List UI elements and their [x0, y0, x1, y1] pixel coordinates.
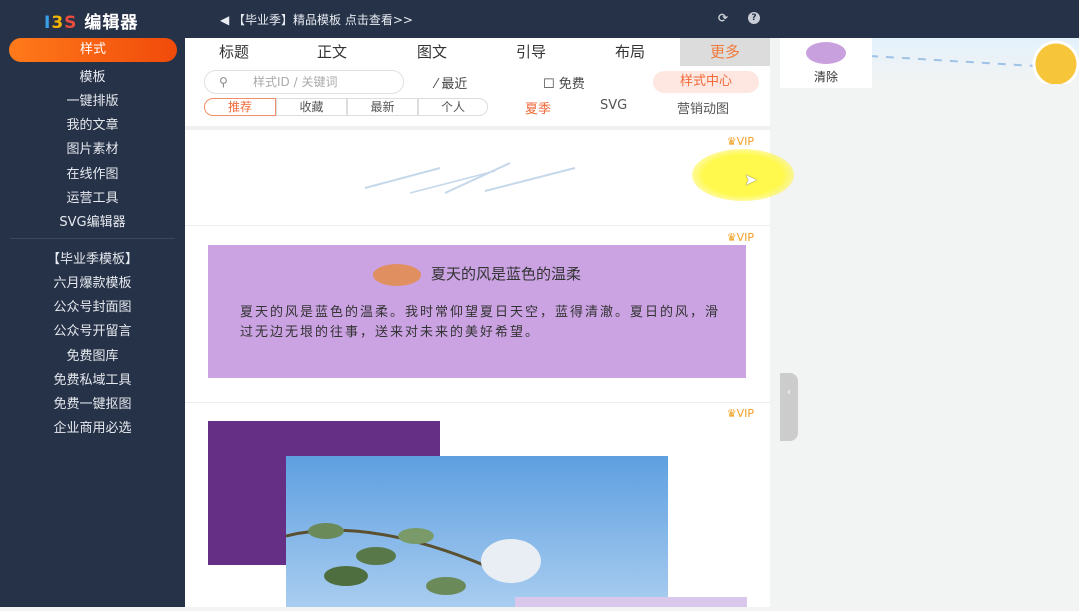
sidebar-link[interactable]: 企业商用必选	[0, 417, 185, 436]
crown-icon: ♛	[726, 135, 737, 148]
sidebar-item-images[interactable]: 图片素材	[0, 138, 185, 157]
refresh-icon[interactable]: ⟳	[717, 12, 729, 24]
sidebar-item-tools[interactable]: 运营工具	[0, 187, 185, 206]
filter-latest[interactable]: 最新	[347, 98, 418, 116]
sidebar-link[interactable]: 免费图库	[0, 345, 185, 364]
free-checkbox[interactable]: ☐ 免费	[543, 73, 585, 92]
style-panel: 标题 正文 图文 引导 布局 更多 ⚲ 样式ID / 关键词 ⁄ 最近 ☐ 免费 …	[185, 38, 770, 607]
summer-text-style[interactable]: 夏天的风是蓝色的温柔 夏天的风是蓝色的温柔。我时常仰望夏日天空，蓝得清澈。夏日的…	[208, 245, 746, 378]
cursor-highlight	[692, 149, 794, 201]
checkbox-icon: ☐	[543, 77, 559, 92]
category-animated[interactable]: 营销动图	[677, 98, 729, 117]
sidebar: 样式 模板 一键排版 我的文章 图片素材 在线作图 运营工具 SVG编辑器 【毕…	[0, 38, 185, 607]
clear-button[interactable]: 清除	[780, 38, 872, 88]
category-summer[interactable]: 夏季	[525, 98, 551, 117]
tab-layout[interactable]: 布局	[581, 38, 679, 66]
sidebar-link[interactable]: 免费一键抠图	[0, 393, 185, 412]
sidebar-link[interactable]: 【毕业季模板】	[0, 248, 185, 267]
collapse-handle[interactable]: ‹	[780, 373, 798, 441]
badge-icon	[372, 263, 421, 286]
vip-badge: ♛VIP	[726, 407, 754, 420]
crown-icon: ♛	[726, 407, 737, 420]
sidebar-link[interactable]: 公众号开留言	[0, 320, 185, 339]
help-icon[interactable]: ?	[748, 12, 760, 24]
notice-link[interactable]: ◀︎ 【毕业季】精品模板 点击查看>>	[220, 11, 413, 28]
cursor-icon: ➤	[744, 170, 758, 189]
flower-photo[interactable]	[285, 456, 747, 607]
sidebar-item-template[interactable]: 模板	[0, 66, 185, 85]
sidebar-item-style[interactable]: 样式	[9, 38, 177, 62]
search-input[interactable]: ⚲ 样式ID / 关键词	[204, 70, 404, 94]
sidebar-item-svg-editor[interactable]: SVG编辑器	[0, 211, 185, 230]
vip-badge: ♛VIP	[726, 231, 754, 244]
logo[interactable]: I3S 编辑器	[44, 8, 138, 33]
dashed-line-decoration	[869, 40, 1079, 88]
diagonal-lines-style[interactable]	[360, 153, 590, 198]
search-icon: ⚲	[219, 75, 228, 89]
divider	[185, 225, 770, 226]
crown-icon: ♛	[726, 231, 737, 244]
color-swatch	[806, 42, 846, 64]
top-bar: I3S 编辑器 ◀︎ 【毕业季】精品模板 点击查看>> ⟳ ?	[0, 0, 1079, 38]
branch-image	[285, 523, 541, 595]
style-center-button[interactable]: 样式中心	[653, 71, 759, 93]
filter-favorites[interactable]: 收藏	[276, 98, 347, 116]
divider	[185, 126, 770, 130]
canvas-area: 清除 ‹	[770, 38, 1079, 607]
divider	[10, 238, 175, 239]
tab-image-text[interactable]: 图文	[383, 38, 481, 66]
banner-decoration	[869, 38, 1079, 88]
recent-button[interactable]: ⁄ 最近	[435, 73, 467, 92]
sidebar-link[interactable]: 公众号封面图	[0, 296, 185, 315]
sidebar-item-my-articles[interactable]: 我的文章	[0, 114, 185, 133]
tab-title[interactable]: 标题	[185, 38, 283, 66]
divider	[185, 402, 770, 403]
category-svg[interactable]: SVG	[600, 98, 627, 113]
sidebar-item-auto-layout[interactable]: 一键排版	[0, 90, 185, 109]
overlay-strip	[515, 597, 747, 607]
sidebar-item-online-draw[interactable]: 在线作图	[0, 163, 185, 182]
filter-recommend[interactable]: 推荐	[204, 98, 276, 116]
sidebar-link[interactable]: 免费私域工具	[0, 369, 185, 388]
sidebar-link[interactable]: 六月爆款模板	[0, 272, 185, 291]
tab-more[interactable]: 更多	[680, 38, 770, 66]
filter-personal[interactable]: 个人	[418, 98, 488, 116]
tab-body[interactable]: 正文	[283, 38, 381, 66]
tab-guide[interactable]: 引导	[482, 38, 580, 66]
vip-badge: ♛VIP	[726, 135, 754, 148]
